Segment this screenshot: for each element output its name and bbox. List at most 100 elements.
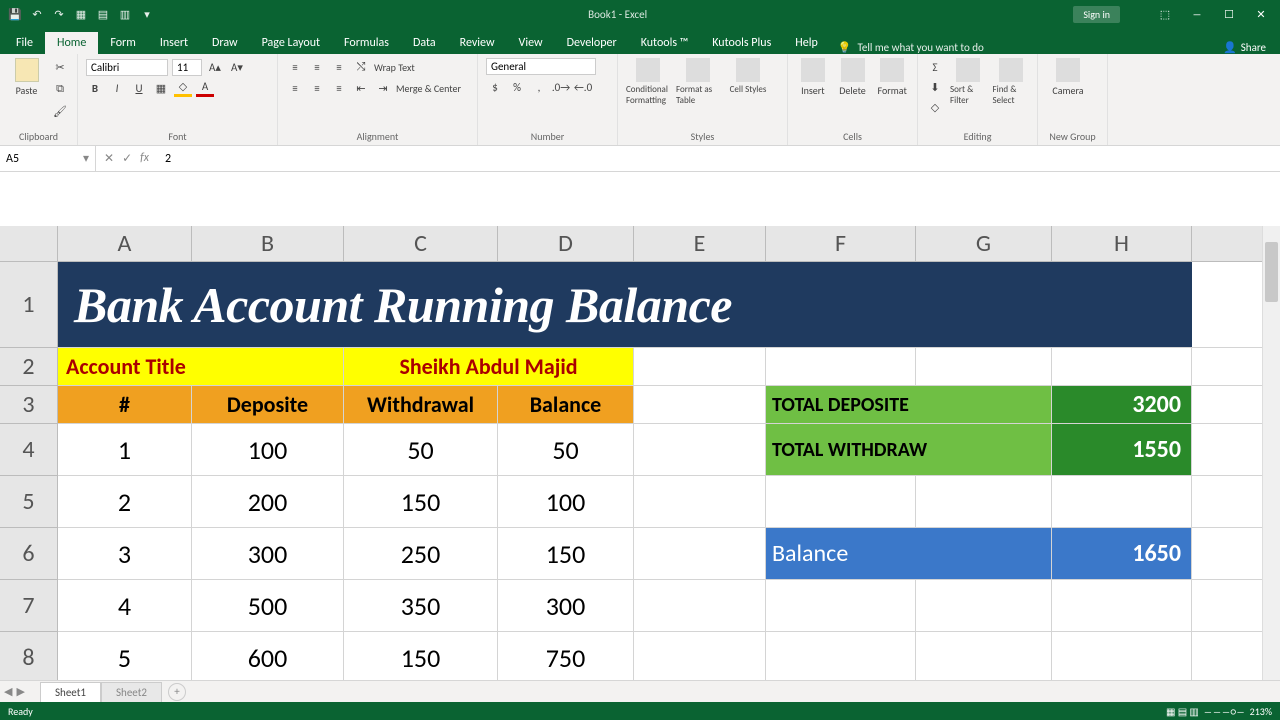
row-header[interactable]: 1 — [0, 262, 57, 348]
increase-decimal-icon[interactable]: .0→ — [552, 78, 570, 96]
italic-button[interactable]: I — [108, 79, 126, 97]
decrease-decimal-icon[interactable]: ←.0 — [574, 78, 592, 96]
col-header[interactable]: H — [1052, 226, 1192, 261]
account-title-label[interactable]: Account Title — [58, 348, 344, 385]
cell[interactable]: 500 — [192, 580, 344, 631]
col-num-header[interactable]: # — [58, 386, 192, 423]
cell[interactable]: 750 — [498, 632, 634, 683]
paste-button[interactable]: Paste — [8, 58, 45, 97]
cell[interactable]: 2 — [58, 476, 192, 527]
cell[interactable]: 300 — [498, 580, 634, 631]
format-painter-icon[interactable]: 🖌 — [51, 102, 69, 120]
col-header[interactable]: E — [634, 226, 766, 261]
formula-input[interactable]: 2 — [157, 152, 1280, 166]
decrease-font-icon[interactable]: A▾ — [228, 58, 246, 76]
tab-pagelayout[interactable]: Page Layout — [250, 32, 332, 54]
cell[interactable]: 1 — [58, 424, 192, 475]
row-header[interactable]: 2 — [0, 348, 57, 386]
row-header[interactable]: 8 — [0, 632, 57, 684]
font-size-input[interactable] — [172, 59, 202, 76]
cell[interactable] — [634, 632, 766, 683]
save-icon[interactable]: 💾 — [8, 7, 22, 21]
vertical-scrollbar[interactable] — [1262, 226, 1280, 694]
font-color-icon[interactable]: A — [196, 79, 214, 97]
cell[interactable]: 150 — [344, 476, 498, 527]
number-format-select[interactable] — [486, 58, 596, 75]
qat-icon[interactable]: ▦ — [74, 7, 88, 21]
row-header[interactable]: 6 — [0, 528, 57, 580]
signin-button[interactable]: Sign in — [1073, 6, 1120, 23]
wrap-text-button[interactable]: Wrap Text — [374, 58, 415, 76]
cell[interactable] — [634, 580, 766, 631]
align-middle-icon[interactable]: ≡ — [308, 58, 326, 76]
view-pagelayout-icon[interactable]: ▤ — [1178, 705, 1187, 718]
decrease-indent-icon[interactable]: ⇤ — [352, 79, 370, 97]
currency-icon[interactable]: $ — [486, 78, 504, 96]
align-bottom-icon[interactable]: ≡ — [330, 58, 348, 76]
tab-view[interactable]: View — [507, 32, 555, 54]
cell[interactable]: 50 — [498, 424, 634, 475]
fill-color-icon[interactable]: ◇ — [174, 79, 192, 97]
cell[interactable] — [916, 476, 1052, 527]
cell[interactable] — [916, 580, 1052, 631]
account-title-value[interactable]: Sheikh Abdul Majid — [344, 348, 634, 385]
sheet-nav-next-icon[interactable]: ▶ — [16, 685, 24, 698]
sheet-title[interactable]: Bank Account Running Balance — [58, 262, 1192, 347]
view-pagebreak-icon[interactable]: ▥ — [1189, 705, 1198, 718]
close-icon[interactable]: ✕ — [1246, 8, 1276, 21]
cell[interactable]: 3 — [58, 528, 192, 579]
tab-file[interactable]: File — [4, 32, 45, 54]
cell[interactable] — [766, 348, 916, 385]
sheet-nav-prev-icon[interactable]: ◀ — [4, 685, 12, 698]
cell[interactable]: 600 — [192, 632, 344, 683]
row-header[interactable]: 5 — [0, 476, 57, 528]
tab-data[interactable]: Data — [401, 32, 448, 54]
view-normal-icon[interactable]: ▦ — [1166, 705, 1175, 718]
cell[interactable] — [766, 476, 916, 527]
cell[interactable] — [766, 580, 916, 631]
clear-icon[interactable]: ◇ — [926, 98, 944, 116]
col-header[interactable]: A — [58, 226, 192, 261]
col-header[interactable]: C — [344, 226, 498, 261]
cell[interactable] — [634, 476, 766, 527]
cut-icon[interactable]: ✂ — [51, 58, 69, 76]
cell[interactable] — [766, 632, 916, 683]
name-box[interactable]: A5 ▾ — [0, 146, 96, 171]
balance-label[interactable]: Balance — [766, 528, 1052, 579]
bold-button[interactable]: B — [86, 79, 104, 97]
tab-form[interactable]: Form — [98, 32, 147, 54]
fx-icon[interactable]: fx — [140, 151, 149, 166]
tab-draw[interactable]: Draw — [200, 32, 250, 54]
tab-kutoolsplus[interactable]: Kutools Plus — [700, 32, 783, 54]
maximize-icon[interactable]: ☐ — [1214, 8, 1244, 21]
cell[interactable]: 250 — [344, 528, 498, 579]
sheet-tab[interactable]: Sheet2 — [101, 682, 162, 702]
cell[interactable] — [916, 632, 1052, 683]
border-icon[interactable]: ▦ — [152, 79, 170, 97]
col-withdrawal-header[interactable]: Withdrawal — [344, 386, 498, 423]
cell[interactable]: 300 — [192, 528, 344, 579]
col-header[interactable]: B — [192, 226, 344, 261]
camera-button[interactable]: Camera — [1046, 58, 1090, 97]
row-header[interactable]: 3 — [0, 386, 57, 424]
cell[interactable]: 350 — [344, 580, 498, 631]
col-balance-header[interactable]: Balance — [498, 386, 634, 423]
align-right-icon[interactable]: ≡ — [330, 79, 348, 97]
cell[interactable] — [634, 348, 766, 385]
insert-cells-button[interactable]: Insert — [796, 58, 830, 97]
total-withdraw-label[interactable]: TOTAL WITHDRAW — [766, 424, 1052, 475]
align-center-icon[interactable]: ≡ — [308, 79, 326, 97]
percent-icon[interactable]: % — [508, 78, 526, 96]
qat-icon[interactable]: ▥ — [118, 7, 132, 21]
align-top-icon[interactable]: ≡ — [286, 58, 304, 76]
qat-dropdown-icon[interactable]: ▾ — [140, 7, 154, 21]
delete-cells-button[interactable]: Delete — [836, 58, 870, 97]
tab-help[interactable]: Help — [783, 32, 830, 54]
tab-formulas[interactable]: Formulas — [332, 32, 401, 54]
cell[interactable]: 5 — [58, 632, 192, 683]
tell-me-search[interactable]: 💡 Tell me what you want to do — [838, 41, 984, 54]
cell[interactable]: 50 — [344, 424, 498, 475]
spreadsheet-grid[interactable]: A B C D E F G H 1 2 3 4 5 6 7 8 Bank Acc… — [0, 226, 1280, 694]
scrollbar-thumb[interactable] — [1265, 242, 1278, 302]
undo-icon[interactable]: ↶ — [30, 7, 44, 21]
